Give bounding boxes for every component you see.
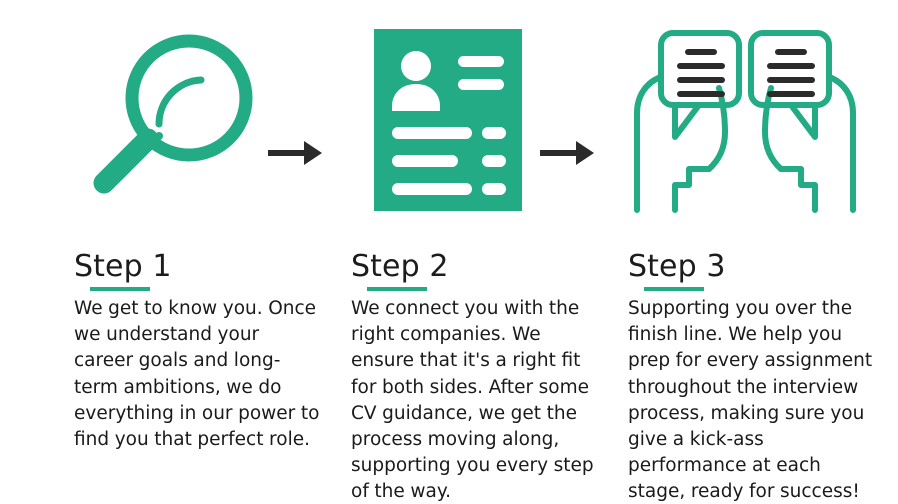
arrow-right-icon (540, 141, 594, 165)
step-3-icon-container (620, 0, 870, 240)
step-2-title-underline (367, 287, 427, 291)
step-1-title: Step 1 (74, 249, 172, 284)
cv-document-icon (374, 29, 522, 211)
step-3-title: Step 3 (628, 249, 726, 284)
arrow-step1-to-step2 (266, 133, 326, 173)
step-2-column: Step 2 We connect you with the right com… (351, 249, 599, 504)
icon-row (0, 0, 898, 240)
step-1-column: Step 1 We get to know you. Once we under… (74, 249, 322, 453)
step-1-body: We get to know you. Once we understand y… (74, 298, 320, 451)
step-2-icon-container (348, 0, 548, 240)
magnifying-glass-icon (93, 34, 253, 194)
step-2-title: Step 2 (351, 249, 449, 284)
arrow-right-icon (268, 141, 322, 165)
infographic-canvas: Step 1 We get to know you. Once we under… (0, 0, 898, 504)
step-1-title-underline (90, 287, 150, 291)
step-3-title-underline (644, 287, 704, 291)
step-1-icon-container (62, 0, 280, 240)
step-3-column: Step 3 Supporting you over the finish li… (628, 249, 876, 504)
step-2-body: We connect you with the right companies.… (351, 298, 594, 503)
two-talking-heads-icon (634, 30, 856, 213)
step-3-body: Supporting you over the finish line. We … (628, 298, 873, 503)
arrow-step2-to-step3 (538, 133, 598, 173)
